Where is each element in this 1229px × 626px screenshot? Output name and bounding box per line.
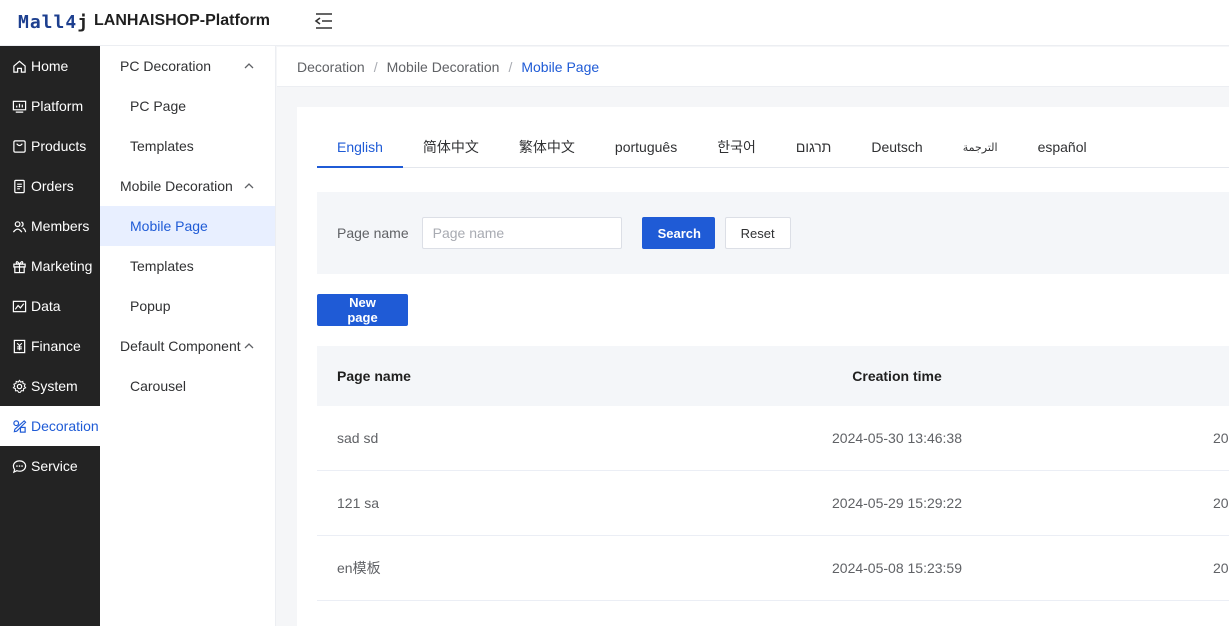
finance-icon	[13, 339, 26, 353]
pages-table: Page name Creation time sad sd 2024-05-3…	[317, 346, 1229, 601]
cell-creation-time: 2024-05-30 13:46:38	[832, 430, 962, 446]
monitor-icon	[12, 100, 27, 113]
top-header: Mall4j LANHAISHOP-Platform	[0, 0, 1229, 46]
primary-sidebar: Home Platform Products Orders Members Ma…	[0, 46, 100, 626]
reset-button[interactable]: Reset	[724, 217, 791, 249]
breadcrumb: Decoration / Mobile Decoration / Mobile …	[277, 47, 1229, 87]
nav-home[interactable]: Home	[0, 46, 100, 86]
tab-hebrew[interactable]: תרגום	[776, 127, 852, 167]
table-header: Page name Creation time	[317, 346, 1229, 406]
new-page-button[interactable]: New page	[317, 294, 408, 326]
document-icon	[14, 179, 25, 193]
chevron-up-icon	[244, 183, 254, 189]
submenu-pc-decoration[interactable]: PC Decoration	[100, 46, 275, 86]
submenu-label: PC Decoration	[120, 58, 212, 74]
breadcrumb-separator: /	[373, 58, 378, 75]
secondary-sidebar: PC Decoration PC Page Templates Mobile D…	[100, 46, 276, 626]
nav-platform[interactable]: Platform	[0, 86, 100, 126]
nav-label: Finance	[31, 338, 81, 354]
submenu-label: Mobile Decoration	[120, 178, 233, 194]
nav-products[interactable]: Products	[0, 126, 100, 166]
tab-traditional-chinese[interactable]: 繁体中文	[499, 127, 595, 167]
submenu-item-mobile-page[interactable]: Mobile Page	[100, 206, 275, 246]
gear-icon	[12, 379, 27, 393]
tab-portuguese[interactable]: português	[595, 127, 697, 167]
nav-data[interactable]: Data	[0, 286, 100, 326]
cell-extra: 20	[1213, 560, 1229, 576]
logo[interactable]: Mall4j	[18, 10, 89, 34]
chat-icon	[12, 459, 27, 473]
cell-extra: 20	[1213, 495, 1229, 511]
nav-label: System	[31, 378, 78, 394]
language-tabs: English 简体中文 繁体中文 português 한국어 תרגום De…	[317, 127, 1229, 168]
breadcrumb-current: Mobile Page	[521, 58, 600, 75]
nav-label: Members	[31, 218, 90, 234]
nav-label: Service	[31, 458, 78, 474]
nav-marketing[interactable]: Marketing	[0, 246, 100, 286]
gift-icon	[13, 260, 26, 273]
table-row[interactable]: 121 sa 2024-05-29 15:29:22 20	[317, 471, 1229, 536]
tab-spanish[interactable]: español	[1018, 127, 1107, 167]
cell-page-name: sad sd	[337, 430, 379, 446]
submenu-item-mobile-templates[interactable]: Templates	[100, 246, 275, 286]
home-icon	[13, 60, 26, 73]
submenu-item-pc-page[interactable]: PC Page	[100, 86, 275, 126]
cell-creation-time: 2024-05-08 15:23:59	[832, 560, 962, 576]
tab-simplified-chinese[interactable]: 简体中文	[403, 127, 499, 167]
cell-page-name: en模板	[337, 560, 381, 576]
users-icon	[12, 220, 27, 232]
bag-icon	[13, 139, 26, 153]
column-header-page-name: Page name	[337, 368, 411, 384]
nav-label: Marketing	[31, 258, 93, 274]
nav-finance[interactable]: Finance	[0, 326, 100, 366]
nav-label: Platform	[31, 98, 84, 114]
chevron-up-icon	[244, 343, 254, 349]
nav-label: Orders	[31, 178, 74, 194]
tab-arabic[interactable]: الترجمة	[943, 127, 1018, 167]
chevron-up-icon	[244, 63, 254, 69]
nav-label: Decoration	[31, 418, 99, 434]
page-name-input[interactable]	[421, 217, 622, 249]
tab-german[interactable]: Deutsch	[851, 127, 942, 167]
nav-system[interactable]: System	[0, 366, 100, 406]
search-button[interactable]: Search	[641, 217, 715, 249]
nav-orders[interactable]: Orders	[0, 166, 100, 206]
submenu-item-carousel[interactable]: Carousel	[100, 366, 275, 406]
nav-service[interactable]: Service	[0, 446, 100, 486]
submenu-default-component[interactable]: Default Component	[100, 326, 275, 366]
logo-text: Mall4j	[18, 11, 90, 33]
cell-extra: 20	[1213, 430, 1229, 446]
search-panel: Page name Search Reset	[317, 192, 1229, 274]
breadcrumb-item-decoration[interactable]: Decoration	[297, 59, 365, 75]
cell-creation-time: 2024-05-29 15:29:22	[832, 495, 962, 511]
submenu-mobile-decoration[interactable]: Mobile Decoration	[100, 166, 275, 206]
decoration-icon	[13, 419, 27, 433]
submenu-item-popup[interactable]: Popup	[100, 286, 275, 326]
nav-decoration[interactable]: Decoration	[0, 406, 100, 446]
nav-label: Products	[31, 138, 87, 154]
search-label: Page name	[337, 225, 409, 241]
chart-icon	[12, 300, 27, 312]
breadcrumb-item-mobile-decoration[interactable]: Mobile Decoration	[387, 59, 500, 75]
nav-label: Data	[31, 298, 61, 314]
menu-fold-icon[interactable]	[314, 12, 334, 30]
column-header-creation-time: Creation time	[852, 368, 942, 384]
cell-page-name: 121 sa	[337, 495, 380, 511]
content-card: English 简体中文 繁体中文 português 한국어 תרגום De…	[297, 107, 1229, 626]
submenu-label: Default Component	[120, 338, 241, 354]
nav-label: Home	[31, 58, 69, 74]
nav-members[interactable]: Members	[0, 206, 100, 246]
submenu-item-pc-templates[interactable]: Templates	[100, 126, 275, 166]
tab-korean[interactable]: 한국어	[697, 127, 776, 167]
table-row[interactable]: en模板 2024-05-08 15:23:59 20	[317, 536, 1229, 601]
breadcrumb-separator: /	[508, 58, 513, 75]
tab-english[interactable]: English	[317, 127, 403, 168]
app-title: LANHAISHOP-Platform	[94, 12, 271, 29]
table-row[interactable]: sad sd 2024-05-30 13:46:38 20	[317, 406, 1229, 471]
